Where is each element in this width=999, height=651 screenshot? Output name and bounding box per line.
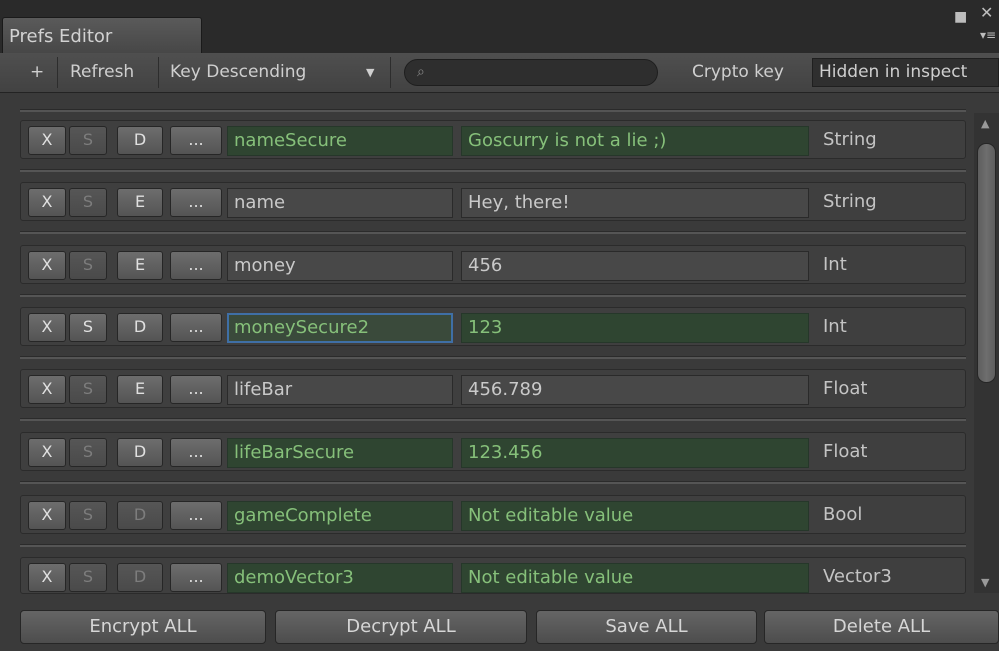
crypto-key-label: Crypto key [692,62,784,82]
delete-pref-button[interactable]: X [28,126,66,155]
scrollbar-thumb[interactable] [977,143,996,383]
prefs-list: X S D ... nameSecure Goscurry is not a l… [0,93,999,607]
toolbar: + Refresh Key Descending ▼ ⌕ Crypto key … [0,53,999,93]
encrypt-button[interactable]: E [117,251,163,280]
pref-key-field[interactable]: name [227,188,453,218]
refresh-button[interactable]: Refresh [70,53,134,92]
pref-value-field[interactable]: Goscurry is not a lie ;) [461,126,809,156]
more-button[interactable]: ... [170,438,222,467]
sort-dropdown[interactable]: Key Descending [170,53,306,92]
pref-row: X S D ... demoVector3 Not editable value… [20,557,966,607]
delete-all-button[interactable]: Delete ALL [764,610,999,644]
pref-type-label: String [823,191,877,212]
pref-type-label: Vector3 [823,566,892,587]
pref-row: X S E ... money 456 Int [20,245,966,297]
more-button[interactable]: ... [170,188,222,217]
prefs-editor-window: Prefs Editor ■ ✕ ▾≡ + Refresh Key Descen… [0,0,999,651]
save-pref-button[interactable]: S [69,251,107,280]
more-button[interactable]: ... [170,501,222,530]
pref-row: X S D ... nameSecure Goscurry is not a l… [20,120,966,172]
bottom-actions: Encrypt ALL Decrypt ALL Save ALL Delete … [0,598,999,651]
pref-value-field: Not editable value [461,563,809,593]
pref-type-label: Int [823,254,847,275]
delete-pref-button[interactable]: X [28,438,66,467]
pref-row: X S E ... name Hey, there! String [20,182,966,234]
pref-row: X S E ... lifeBar 456.789 Float [20,369,966,421]
delete-pref-button[interactable]: X [28,375,66,404]
more-button[interactable]: ... [170,126,222,155]
scroll-down-icon[interactable]: ▼ [981,576,989,589]
toolbar-divider [390,57,391,88]
save-pref-button[interactable]: S [69,126,107,155]
delete-pref-button[interactable]: X [28,251,66,280]
scroll-up-icon[interactable]: ▲ [981,117,989,130]
tab-prefs-editor[interactable]: Prefs Editor [2,17,202,53]
window-menu-icon[interactable]: ▾≡ [980,28,996,42]
close-icon[interactable]: ✕ [980,5,993,21]
pref-row: X S D ... gameComplete Not editable valu… [20,495,966,547]
pref-type-label: Int [823,316,847,337]
pref-key-field[interactable]: moneySecure2 [227,313,453,343]
toolbar-divider [158,57,159,88]
decrypt-button[interactable]: D [117,313,163,342]
search-icon: ⌕ [417,64,425,80]
pref-key-field[interactable]: demoVector3 [227,563,453,593]
save-pref-button[interactable]: S [69,313,107,342]
pref-value-field[interactable]: 123 [461,313,809,343]
pref-value-field: Not editable value [461,501,809,531]
decrypt-all-button[interactable]: Decrypt ALL [275,610,527,644]
pref-key-field[interactable]: lifeBar [227,375,453,405]
pref-key-field[interactable]: money [227,251,453,281]
maximize-icon[interactable]: ■ [954,10,967,24]
pref-value-field[interactable]: Hey, there! [461,188,809,218]
delete-pref-button[interactable]: X [28,563,66,592]
more-button[interactable]: ... [170,251,222,280]
pref-row: X S D ... lifeBarSecure 123.456 Float [20,432,966,484]
save-pref-button[interactable]: S [69,188,107,217]
decrypt-button[interactable]: D [117,501,163,530]
encrypt-button[interactable]: E [117,188,163,217]
pref-row: X S D ... moneySecure2 123 Int [20,307,966,359]
delete-pref-button[interactable]: X [28,188,66,217]
crypto-key-field[interactable]: Hidden in inspect [812,58,999,87]
decrypt-button[interactable]: D [117,126,163,155]
save-pref-button[interactable]: S [69,375,107,404]
pref-key-field[interactable]: gameComplete [227,501,453,531]
encrypt-all-button[interactable]: Encrypt ALL [20,610,266,644]
pref-type-label: Float [823,378,868,399]
search-input[interactable]: ⌕ [404,59,658,86]
decrypt-button[interactable]: D [117,438,163,467]
pref-key-field[interactable]: lifeBarSecure [227,438,453,468]
tab-strip: Prefs Editor ■ ✕ ▾≡ [0,0,999,53]
pref-value-field[interactable]: 456.789 [461,375,809,405]
encrypt-button[interactable]: E [117,375,163,404]
list-divider [20,109,966,112]
chevron-down-icon[interactable]: ▼ [366,53,374,92]
more-button[interactable]: ... [170,313,222,342]
delete-pref-button[interactable]: X [28,501,66,530]
save-pref-button[interactable]: S [69,563,107,592]
delete-pref-button[interactable]: X [28,313,66,342]
save-pref-button[interactable]: S [69,501,107,530]
pref-type-label: Float [823,441,868,462]
pref-value-field[interactable]: 123.456 [461,438,809,468]
pref-key-field[interactable]: nameSecure [227,126,453,156]
vertical-scrollbar[interactable]: ▲ ▼ [974,113,999,593]
tab-title: Prefs Editor [9,26,113,47]
pref-type-label: String [823,129,877,150]
save-pref-button[interactable]: S [69,438,107,467]
decrypt-button[interactable]: D [117,563,163,592]
pref-value-field[interactable]: 456 [461,251,809,281]
save-all-button[interactable]: Save ALL [536,610,757,644]
pref-type-label: Bool [823,504,863,525]
more-button[interactable]: ... [170,375,222,404]
toolbar-divider [57,57,58,88]
add-pref-button[interactable]: + [30,53,44,92]
more-button[interactable]: ... [170,563,222,592]
